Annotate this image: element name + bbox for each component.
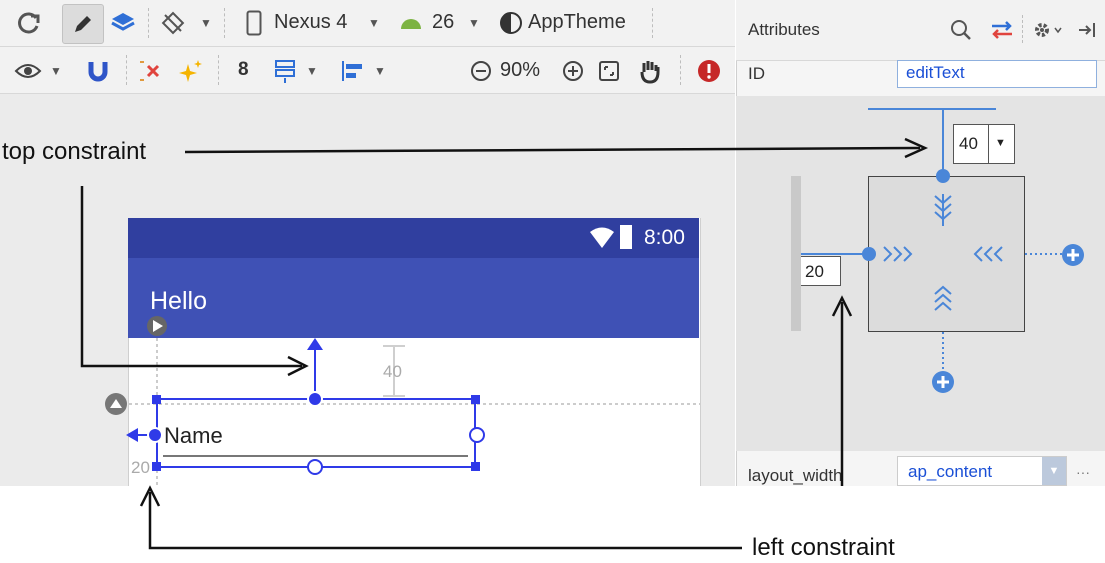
annotation-layer xyxy=(80,137,929,550)
left-constraint-annotation: left constraint xyxy=(752,534,895,561)
left-annotation-line xyxy=(148,492,742,550)
top-constraint-pointer-line xyxy=(80,186,302,368)
top-constraint-annotation: top constraint xyxy=(2,138,147,165)
top-annotation-arrow-line xyxy=(184,146,921,154)
